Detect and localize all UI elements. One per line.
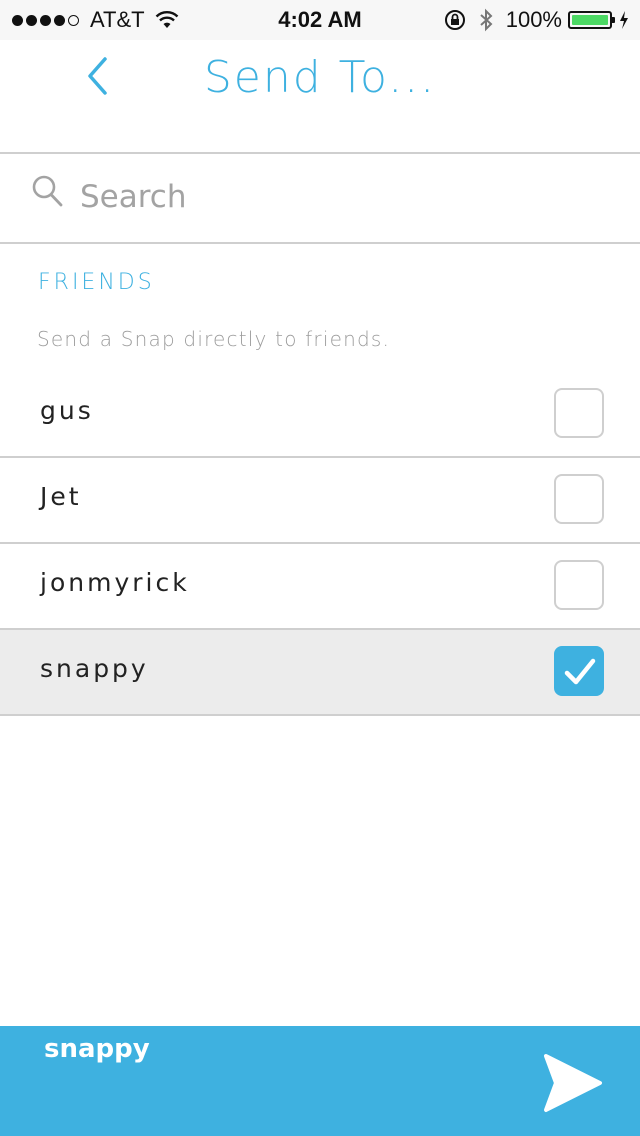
friend-row-gus[interactable]: gus [0,372,640,458]
friend-name: Jet [40,482,82,511]
header-divider [0,152,640,154]
page-title: Send To... [203,52,437,103]
send-button[interactable] [538,1050,606,1116]
section-subtitle: Send a Snap directly to friends. [37,327,391,351]
friend-checkbox[interactable] [554,560,604,610]
rotation-lock-icon [444,10,465,30]
selected-recipients: snappy [44,1034,150,1064]
friend-name: jonmyrick [40,568,190,597]
send-arrow-icon [544,1054,602,1112]
search-bar [0,155,640,242]
status-bar: AT&T 4:02 AM 100% [0,0,640,40]
checkmark-icon [564,658,596,685]
friend-row-jonmyrick[interactable]: jonmyrick [0,544,640,630]
friend-checkbox[interactable] [554,474,604,524]
search-input[interactable] [78,171,602,223]
friend-list: gus Jet jonmyrick snappy [0,372,640,716]
search-divider [0,242,640,244]
friend-name: gus [40,396,94,425]
friend-checkbox[interactable] [554,388,604,438]
section-title-friends: FRIENDS [38,270,155,295]
battery-percent: 100% [505,7,562,32]
send-bar: snappy [0,1026,640,1136]
header: Send To... [0,40,640,153]
friend-name: snappy [40,654,149,683]
battery-icon [568,11,615,29]
status-right: 100% [444,7,630,33]
search-icon [32,175,63,207]
friend-checkbox[interactable] [554,646,604,696]
friend-row-jet[interactable]: Jet [0,458,640,544]
charging-icon [620,11,628,29]
bluetooth-icon [480,8,493,32]
friend-row-snappy[interactable]: snappy [0,630,640,716]
